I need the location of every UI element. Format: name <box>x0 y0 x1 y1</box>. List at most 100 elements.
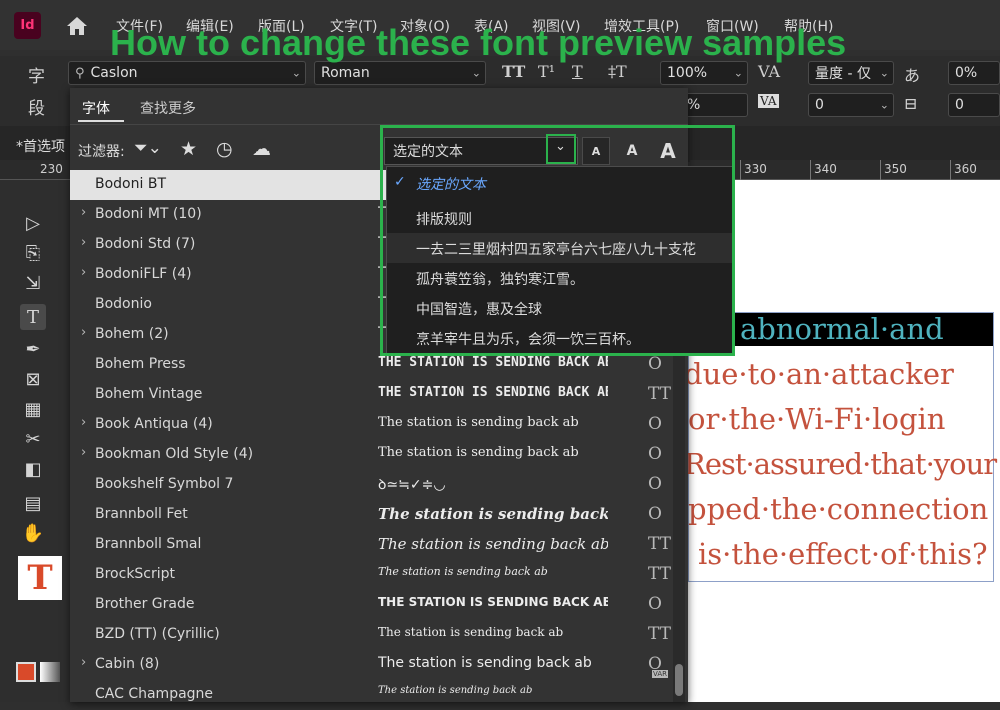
kerning-icon[interactable]: VA <box>758 62 780 81</box>
pen-tool-icon[interactable]: ✒ <box>20 336 46 362</box>
baseline-field[interactable]: 0 <box>948 93 1000 117</box>
document-tab[interactable]: *首选项 <box>16 136 70 156</box>
chevron-right-icon[interactable]: › <box>81 325 86 340</box>
font-name: Cabin (8) <box>95 656 160 672</box>
font-list-item[interactable]: › Cabin (8) The station is sending back ab… <box>70 650 688 680</box>
font-list-item[interactable]: Brannboll Fet The station is sending back… <box>70 500 688 530</box>
chevron-right-icon[interactable]: › <box>81 445 86 460</box>
font-name: Brannboll Fet <box>95 506 188 522</box>
font-list-item[interactable]: Brother Grade THE STATION IS SENDING BACK… <box>70 590 688 620</box>
font-sample: The station is sending back ab <box>378 535 608 553</box>
document-text-line: due·to·an·attacker <box>684 357 954 391</box>
tab-active-underline <box>78 120 124 122</box>
chevron-right-icon[interactable]: › <box>81 205 86 220</box>
highlight-annotation-box <box>380 125 735 356</box>
selection-tool-icon[interactable]: ▷ <box>20 210 46 236</box>
variable-font-badge: VAR <box>652 670 668 678</box>
font-style-value: Roman <box>321 65 370 81</box>
opentype-icon: O <box>648 474 662 494</box>
font-list-item[interactable]: BZD (TT) (Cyrillic) The station is sendin… <box>70 620 688 650</box>
tracking-icon[interactable]: VA <box>758 94 779 108</box>
recent-clock-icon[interactable]: ◷ <box>216 138 233 160</box>
baseline-value: 0 <box>955 97 964 113</box>
tracking-value: 0% <box>955 65 978 81</box>
tracking-field[interactable]: 0% <box>948 61 1000 85</box>
opentype-icon: O <box>648 354 662 374</box>
font-sample: The station is sending back a <box>378 505 608 523</box>
ruler-tick <box>950 160 951 180</box>
chevron-down-icon[interactable]: ⌄ <box>880 67 889 80</box>
fill-swatch[interactable] <box>16 662 36 682</box>
gradient-swatch[interactable] <box>40 662 60 682</box>
favorites-star-icon[interactable]: ★ <box>180 138 197 160</box>
font-list-item[interactable]: Bookshelf Symbol 7 ꝺ≃≒✓≑◡ O <box>70 470 688 500</box>
horizontal-scale-field[interactable]: % <box>680 93 748 117</box>
formatting-text-icon[interactable]: T <box>18 556 62 600</box>
truetype-icon: TT <box>648 384 671 404</box>
font-name: Bodoni BT <box>95 176 166 192</box>
opentype-icon: O <box>648 444 662 464</box>
underline-icon[interactable]: T <box>572 62 583 81</box>
page-tool-icon[interactable]: ⎘ <box>20 240 46 266</box>
synced-cloud-icon[interactable]: ☁ <box>252 138 271 160</box>
truetype-icon: TT <box>648 534 671 554</box>
vertical-scale-icon[interactable]: ‡T <box>608 62 627 81</box>
chevron-down-icon[interactable]: ⌄ <box>292 67 301 80</box>
chevron-down-icon[interactable]: ⌄ <box>734 67 743 80</box>
chevron-down-icon[interactable]: ⌄ <box>880 99 889 112</box>
chevron-right-icon[interactable]: › <box>81 235 86 250</box>
horizontal-scale-value: % <box>687 97 701 113</box>
font-sample: The station is sending back ab <box>378 415 579 430</box>
chevron-right-icon[interactable]: › <box>81 655 86 670</box>
chevron-right-icon[interactable]: › <box>81 265 86 280</box>
home-icon[interactable] <box>66 16 88 40</box>
font-list-item[interactable]: Bohem Vintage THE STATION IS SENDING BACK… <box>70 380 688 410</box>
font-name: BrockScript <box>95 566 176 582</box>
kerning-method-field[interactable]: 量度 - 仅 ⌄ <box>808 61 894 85</box>
rectangle-frame-icon[interactable]: ⊠ <box>20 366 46 392</box>
kerning-value-field[interactable]: 0 ⌄ <box>808 93 894 117</box>
font-list-item[interactable]: › Book Antiqua (4) The station is sending … <box>70 410 688 440</box>
font-name: Book Antiqua (4) <box>95 416 213 432</box>
chevron-right-icon[interactable]: › <box>81 415 86 430</box>
hand-tool-icon[interactable]: ✋ <box>20 520 46 546</box>
document-text-line: abnormal·and <box>740 312 944 346</box>
font-list-item[interactable]: BrockScript The station is sending back a… <box>70 560 688 590</box>
document-text-line: pped·the·connection <box>688 492 989 526</box>
font-name: Brannboll Smal <box>95 536 202 552</box>
type-tool-icon[interactable]: T <box>20 304 46 330</box>
truetype-icon: TT <box>648 564 671 584</box>
gradient-icon[interactable]: ◧ <box>20 456 46 482</box>
tab-find-more[interactable]: 查找更多 <box>140 98 196 118</box>
ruler-tick <box>810 160 811 180</box>
vertical-scale-field[interactable]: 100% ⌄ <box>660 61 748 85</box>
font-style-field[interactable]: Roman ⌄ <box>314 61 486 85</box>
font-list-item[interactable]: Brannboll Smal The station is sending bac… <box>70 530 688 560</box>
font-name: Bodonio <box>95 296 152 312</box>
superscript-icon[interactable]: T¹ <box>538 62 555 81</box>
kerning-value: 0 <box>815 97 824 113</box>
font-name: Bookman Old Style (4) <box>95 446 254 462</box>
font-sample: The station is sending back ab <box>378 445 579 460</box>
scissors-icon[interactable]: ✂ <box>20 426 46 452</box>
font-name: Bohem Vintage <box>95 386 203 402</box>
font-family-field[interactable]: ⚲ Caslon ⌄ <box>68 61 306 85</box>
font-list-item[interactable]: CAC Champagne The station is sending back… <box>70 680 688 710</box>
font-name: Bohem Press <box>95 356 186 372</box>
table-icon[interactable]: ▦ <box>20 396 46 422</box>
ruler-label: 350 <box>884 162 907 176</box>
note-icon[interactable]: ▤ <box>20 490 46 516</box>
scrollbar-thumb[interactable] <box>675 664 683 696</box>
font-name: Bookshelf Symbol 7 <box>95 476 234 492</box>
all-caps-icon[interactable]: TT <box>502 62 525 81</box>
paragraph-mode-label[interactable]: 段 <box>28 94 45 119</box>
content-collector-icon[interactable]: ⇲ <box>20 270 46 296</box>
font-list-item[interactable]: › Bookman Old Style (4) The station is sen… <box>70 440 688 470</box>
chevron-down-icon[interactable]: ⌄ <box>472 67 481 80</box>
tab-fonts[interactable]: 字体 <box>82 98 110 118</box>
tsume-icon[interactable]: あ <box>904 62 920 86</box>
opentype-icon: O <box>648 504 662 524</box>
filter-icon[interactable]: ⏷⌄ <box>134 138 162 158</box>
baseline-shift-icon[interactable]: ⊟ <box>904 94 917 113</box>
character-mode-label[interactable]: 字 <box>28 62 45 87</box>
